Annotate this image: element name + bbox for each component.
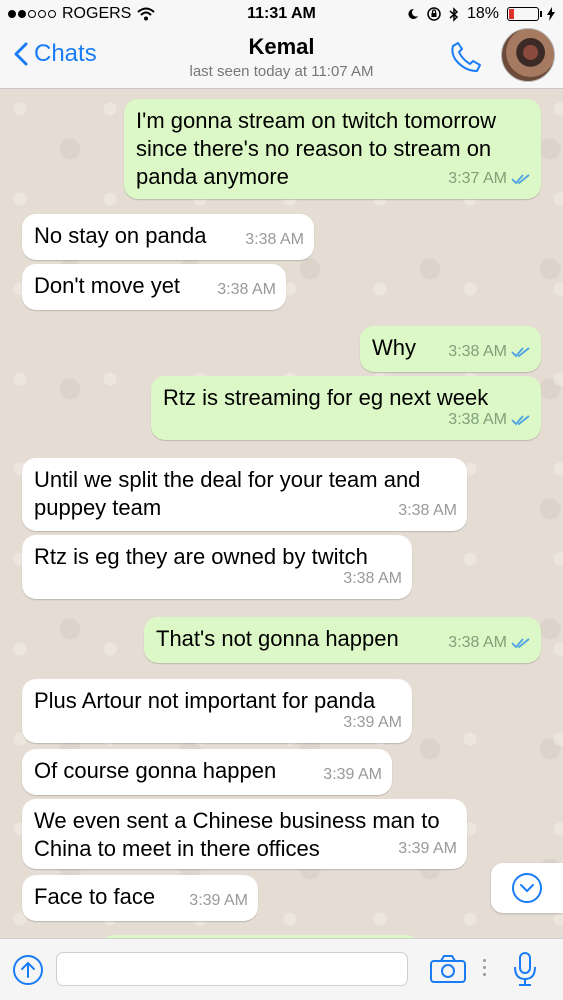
contact-avatar[interactable] bbox=[501, 28, 555, 82]
phone-icon bbox=[451, 42, 481, 72]
message-bubble[interactable]: Until we split the deal for your team an… bbox=[22, 458, 467, 531]
message-bubble[interactable]: Face to face 3:39 AM bbox=[22, 875, 258, 921]
message-input[interactable] bbox=[56, 952, 408, 986]
message-text: Don't move yet bbox=[34, 273, 181, 298]
message-meta: 3:38 AM bbox=[343, 565, 402, 593]
bluetooth-icon bbox=[449, 6, 459, 22]
message-text: Rtz is streaming for eg next week bbox=[163, 385, 489, 410]
read-ticks-icon bbox=[511, 174, 530, 185]
message-time: 3:39 AM bbox=[398, 840, 457, 857]
message-text: That's not gonna happen bbox=[156, 626, 399, 651]
upload-arrow-icon bbox=[13, 955, 43, 985]
message-time: 3:38 AM bbox=[448, 634, 507, 651]
message-meta: 3:38 AM bbox=[217, 276, 276, 304]
read-ticks-icon bbox=[511, 415, 530, 426]
message-time: 3:39 AM bbox=[189, 892, 248, 909]
message-bubble[interactable]: I'm gonna stream on twitch tomorrow sinc… bbox=[124, 99, 541, 199]
microphone-button[interactable] bbox=[512, 951, 538, 992]
message-text: We even sent a Chinese business man to C… bbox=[34, 808, 440, 861]
message-meta: 3:38 AM bbox=[245, 226, 304, 254]
message-text: Until we split the deal for your team an… bbox=[34, 467, 421, 520]
message-text: Rtz is eg they are owned by twitch bbox=[34, 544, 368, 569]
status-bar: ROGERS 11:31 AM 18% bbox=[0, 0, 563, 28]
message-bubble[interactable]: That's not gonna happen 3:38 AM bbox=[144, 617, 541, 663]
message-meta: 3:39 AM bbox=[398, 835, 457, 863]
message-meta: 3:38 AM bbox=[448, 406, 531, 434]
microphone-icon bbox=[514, 952, 536, 986]
message-meta: 3:38 AM bbox=[448, 629, 531, 657]
message-text: No stay on panda bbox=[34, 223, 207, 248]
camera-icon bbox=[430, 955, 466, 983]
message-time: 3:39 AM bbox=[343, 714, 402, 731]
charging-icon bbox=[547, 7, 555, 21]
attach-button[interactable] bbox=[12, 954, 44, 991]
message-time: 3:38 AM bbox=[398, 502, 457, 519]
message-text: Face to face bbox=[34, 884, 156, 909]
divider-dots bbox=[483, 959, 486, 976]
message-bubble[interactable]: No stay on panda 3:38 AM bbox=[22, 214, 314, 260]
message-text: Why bbox=[372, 335, 416, 360]
message-text: Plus Artour not important for panda bbox=[34, 688, 376, 713]
message-time: 3:38 AM bbox=[245, 231, 304, 248]
message-time: 3:38 AM bbox=[343, 570, 402, 587]
message-meta: 3:38 AM bbox=[448, 338, 531, 366]
message-meta: 3:39 AM bbox=[343, 709, 402, 737]
rotation-lock-icon bbox=[427, 7, 441, 21]
message-bubble[interactable]: We even sent a Chinese business man to C… bbox=[22, 799, 467, 869]
message-meta: 3:39 AM bbox=[189, 887, 248, 915]
message-bubble[interactable]: Rtz is streaming for eg next week 3:38 A… bbox=[151, 376, 541, 440]
composer-bar bbox=[0, 938, 563, 1000]
message-bubble[interactable]: Plus Artour not important for panda 3:39… bbox=[22, 679, 412, 743]
message-time: 3:39 AM bbox=[323, 766, 382, 783]
message-bubble[interactable]: Of course gonna happen 3:39 AM bbox=[22, 749, 392, 795]
status-right: 18% bbox=[407, 5, 555, 23]
message-meta: 3:38 AM bbox=[398, 497, 457, 525]
message-time: 3:38 AM bbox=[448, 411, 507, 428]
battery-percent: 18% bbox=[466, 5, 499, 22]
scroll-to-bottom-button[interactable] bbox=[491, 863, 563, 913]
battery-icon bbox=[507, 7, 542, 21]
read-ticks-icon bbox=[511, 638, 530, 649]
chat-header: Chats Kemal last seen today at 11:07 AM bbox=[0, 28, 563, 89]
message-bubble[interactable]: Rtz is eg they are owned by twitch 3:38 … bbox=[22, 535, 412, 599]
call-button[interactable] bbox=[449, 40, 483, 79]
message-bubble[interactable]: Why 3:38 AM bbox=[360, 326, 541, 372]
chevron-down-circle-icon bbox=[512, 873, 542, 903]
message-list[interactable]: I'm gonna stream on twitch tomorrow sinc… bbox=[0, 89, 563, 939]
read-ticks-icon bbox=[511, 347, 530, 358]
message-time: 3:38 AM bbox=[448, 343, 507, 360]
message-time: 3:38 AM bbox=[217, 281, 276, 298]
message-time: 3:37 AM bbox=[448, 170, 507, 187]
message-bubble[interactable]: Don't move yet 3:38 AM bbox=[22, 264, 286, 310]
message-text: I'm gonna stream on twitch tomorrow sinc… bbox=[136, 108, 497, 189]
message-meta: 3:37 AM bbox=[448, 165, 531, 193]
do-not-disturb-icon bbox=[408, 8, 418, 19]
message-text: Of course gonna happen bbox=[34, 758, 277, 783]
camera-button[interactable] bbox=[430, 955, 466, 988]
message-meta: 3:39 AM bbox=[323, 761, 382, 789]
